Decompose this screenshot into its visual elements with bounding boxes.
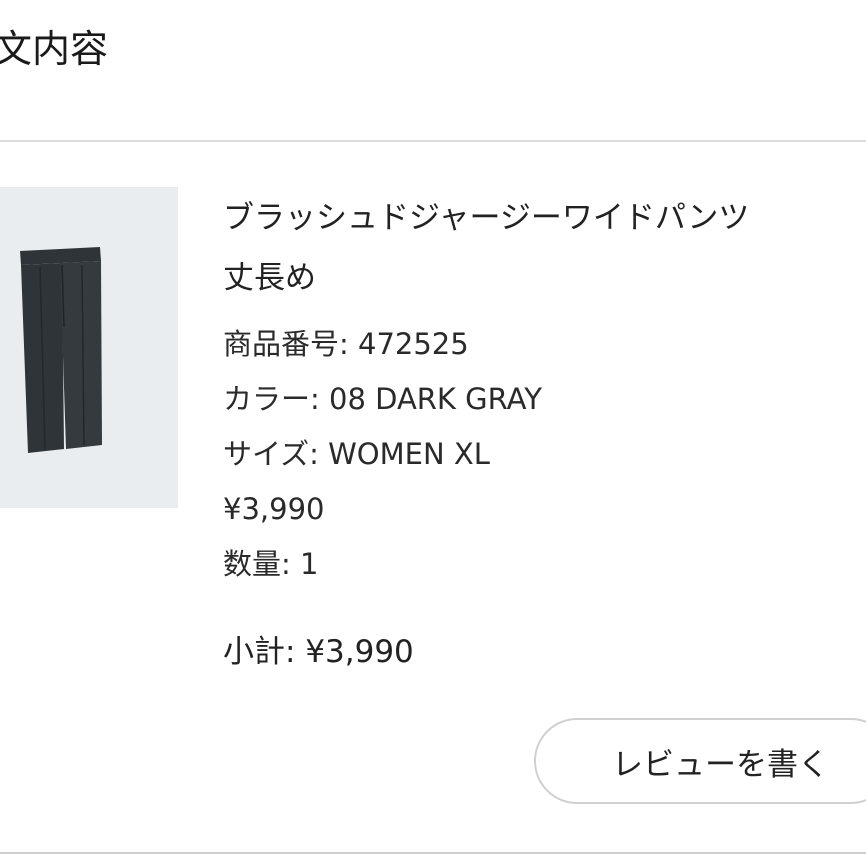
color-value: 08 DARK GRAY — [329, 382, 542, 416]
divider — [0, 140, 866, 142]
section-title: 文内容 — [0, 27, 109, 71]
size-row: サイズ: WOMEN XL — [223, 427, 866, 482]
subtotal-value: ¥3,990 — [305, 634, 414, 670]
quantity-row: 数量: 1 — [223, 537, 866, 592]
item-number-row: 商品番号: 472525 — [223, 317, 866, 372]
quantity-label: 数量: — [223, 547, 291, 581]
pants-icon — [20, 247, 102, 453]
item-number-label: 商品番号: — [223, 327, 349, 361]
order-details-page: 文内容 ブラッシュドジャージーワイドパンツ 丈長め 商品番号: 472525 カ… — [0, 0, 866, 866]
product-attributes: 商品番号: 472525 カラー: 08 DARK GRAY サイズ: WOME… — [223, 317, 866, 592]
subtotal-label: 小計: — [223, 634, 296, 670]
subtotal-row: 小計: ¥3,990 — [223, 632, 866, 672]
divider — [0, 852, 866, 854]
price: ¥3,990 — [223, 492, 325, 526]
size-value: WOMEN XL — [328, 437, 490, 471]
size-label: サイズ: — [223, 437, 319, 471]
color-label: カラー: — [223, 382, 320, 416]
product-name-line2[interactable]: 丈長め — [223, 248, 866, 308]
product-image[interactable] — [0, 187, 178, 508]
product-name-line1[interactable]: ブラッシュドジャージーワイドパンツ — [223, 188, 866, 248]
write-review-label: レビューを書く — [612, 746, 829, 783]
write-review-button[interactable]: レビューを書く — [534, 718, 866, 804]
product-info: ブラッシュドジャージーワイドパンツ 丈長め 商品番号: 472525 カラー: … — [223, 188, 866, 672]
item-number-value: 472525 — [358, 327, 469, 361]
color-row: カラー: 08 DARK GRAY — [223, 372, 866, 427]
quantity-value: 1 — [300, 547, 319, 581]
